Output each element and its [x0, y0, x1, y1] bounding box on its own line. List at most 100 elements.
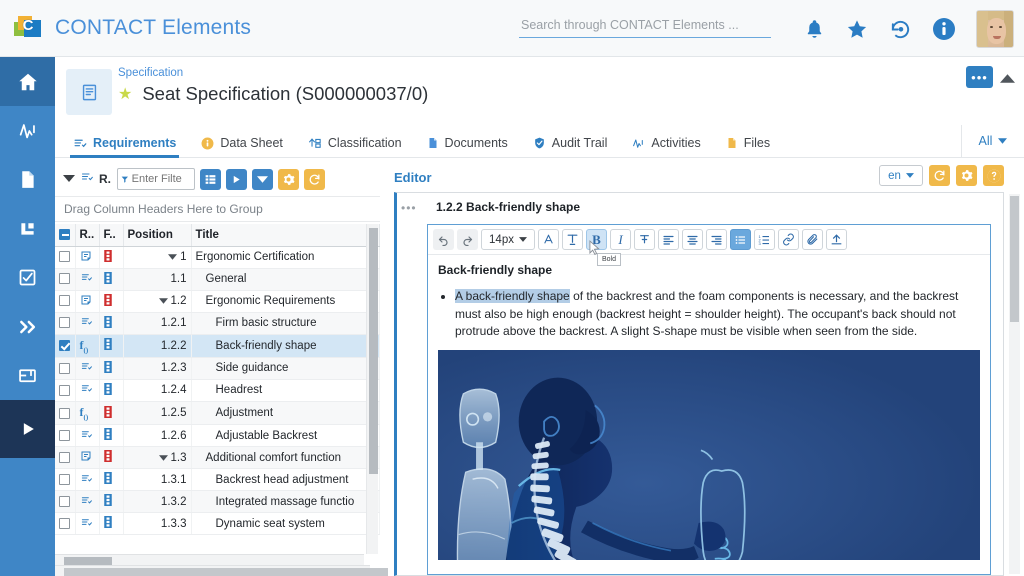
info-icon[interactable] [932, 17, 956, 41]
language-select[interactable]: en [879, 165, 923, 186]
row-r-cell[interactable]: f() [75, 401, 100, 426]
paperclip-icon[interactable] [802, 229, 823, 250]
sidebar-item-reports[interactable] [0, 204, 55, 253]
sidebar-item-activities[interactable] [0, 106, 55, 155]
table-row[interactable]: 1.1 General [55, 268, 380, 291]
row-checkbox[interactable] [59, 317, 70, 329]
italic-button[interactable]: I [610, 229, 631, 250]
editor-settings-button[interactable] [956, 165, 977, 186]
filter-input[interactable] [131, 173, 191, 185]
row-r-cell[interactable] [75, 446, 100, 470]
tab-audit-trail[interactable]: Audit Trail [533, 136, 607, 157]
refresh-button[interactable] [304, 168, 325, 190]
select-all-header[interactable] [55, 224, 76, 247]
row-checkbox[interactable] [59, 518, 70, 530]
notifications-icon[interactable] [804, 18, 825, 40]
tab-data-sheet[interactable]: Data Sheet [201, 136, 283, 157]
row-select-cell[interactable] [55, 424, 76, 448]
row-f-cell[interactable] [99, 268, 124, 291]
row-r-cell[interactable] [75, 490, 100, 514]
sidebar-item-more[interactable] [0, 302, 55, 351]
align-left-button[interactable] [658, 229, 679, 250]
sidebar-item-run[interactable] [0, 400, 55, 458]
dropdown-button[interactable] [252, 168, 273, 190]
grid-horizontal-scrollbar[interactable] [55, 554, 364, 565]
table-row[interactable]: 1.3.1 Backrest head adjustment [55, 468, 380, 492]
sidebar-item-documents[interactable] [0, 155, 55, 204]
table-row[interactable]: f() 1.2.2 Back-friendly shape [55, 334, 380, 358]
sidebar-item-home[interactable] [0, 57, 55, 106]
breadcrumb[interactable]: Specification [118, 67, 183, 79]
row-select-cell[interactable] [55, 512, 76, 536]
table-row[interactable]: 1.2.6 Adjustable Backrest [55, 424, 380, 448]
table-row[interactable]: 1.3.2 Integrated massage functio [55, 490, 380, 514]
tab-files[interactable]: Files [726, 136, 770, 157]
row-checkbox[interactable] [59, 251, 70, 263]
brand-logo[interactable]: C CONTACT Elements [14, 14, 251, 42]
editor-drag-handle[interactable]: ••• [401, 201, 417, 215]
row-f-cell[interactable] [99, 401, 124, 426]
tab-requirements[interactable]: Requirements [69, 136, 180, 158]
numbered-list-button[interactable]: 123 [754, 229, 775, 250]
row-select-cell[interactable] [55, 290, 76, 313]
row-select-cell[interactable] [55, 312, 76, 335]
column-header-title[interactable]: Title [191, 224, 380, 247]
table-row[interactable]: f() 1.2.5 Adjustment [55, 401, 380, 426]
table-row[interactable]: 1.2.3 Side guidance [55, 357, 380, 380]
row-f-cell[interactable] [99, 290, 124, 313]
tab-classification[interactable]: Classification [308, 136, 402, 157]
row-checkbox[interactable] [59, 273, 70, 285]
row-r-cell[interactable] [75, 512, 100, 536]
row-checkbox[interactable] [59, 407, 70, 419]
row-r-cell[interactable]: f() [75, 334, 100, 358]
list-view-button[interactable] [200, 168, 221, 190]
row-r-cell[interactable] [75, 268, 100, 291]
row-f-cell[interactable] [99, 357, 124, 380]
row-r-cell[interactable] [75, 357, 100, 380]
row-checkbox[interactable] [59, 430, 70, 442]
clear-format-button[interactable] [634, 229, 655, 250]
expand-caret-icon[interactable] [168, 252, 178, 262]
row-select-cell[interactable] [55, 357, 76, 380]
row-checkbox[interactable] [59, 295, 70, 307]
tab-filter-dropdown[interactable]: All [961, 125, 1024, 157]
row-f-cell[interactable] [99, 334, 124, 358]
row-checkbox[interactable] [59, 362, 70, 374]
star-icon[interactable]: ★ [118, 84, 132, 104]
row-checkbox[interactable] [59, 474, 70, 486]
tab-documents[interactable]: Documents [427, 136, 508, 157]
row-select-cell[interactable] [55, 446, 76, 470]
select-all-checkbox[interactable] [59, 229, 70, 241]
text-color-button[interactable] [538, 229, 559, 250]
redo-button[interactable] [457, 229, 478, 250]
row-r-cell[interactable] [75, 290, 100, 313]
row-f-cell[interactable] [99, 490, 124, 514]
search-input[interactable] [519, 16, 771, 38]
row-f-cell[interactable] [99, 446, 124, 470]
align-center-button[interactable] [682, 229, 703, 250]
column-header-position[interactable]: Position [123, 224, 192, 247]
expand-caret-icon[interactable] [158, 296, 168, 306]
pane-divider[interactable] [380, 162, 388, 576]
panel-caret-icon[interactable] [63, 174, 75, 185]
column-header-r[interactable]: R.. [75, 224, 100, 247]
row-f-cell[interactable] [99, 379, 124, 402]
row-f-cell[interactable] [99, 312, 124, 335]
table-row[interactable]: 1.2.4 Headrest [55, 379, 380, 402]
expand-caret-icon[interactable] [158, 453, 168, 463]
editor-help-button[interactable] [983, 165, 1004, 186]
more-actions-button[interactable]: ••• [966, 66, 993, 88]
row-f-cell[interactable] [99, 512, 124, 536]
link-icon[interactable] [778, 229, 799, 250]
font-size-select[interactable]: 14px [481, 229, 535, 250]
run-button[interactable] [226, 168, 247, 190]
row-r-cell[interactable] [75, 312, 100, 335]
row-checkbox[interactable] [59, 452, 70, 464]
row-r-cell[interactable] [75, 246, 100, 269]
table-row[interactable]: 1.2.1 Firm basic structure [55, 312, 380, 335]
row-select-cell[interactable] [55, 401, 76, 426]
bullet-list-button[interactable] [730, 229, 751, 250]
table-row[interactable]: 1.3.3 Dynamic seat system [55, 512, 380, 536]
row-select-cell[interactable] [55, 379, 76, 402]
favorites-icon[interactable] [845, 18, 869, 41]
